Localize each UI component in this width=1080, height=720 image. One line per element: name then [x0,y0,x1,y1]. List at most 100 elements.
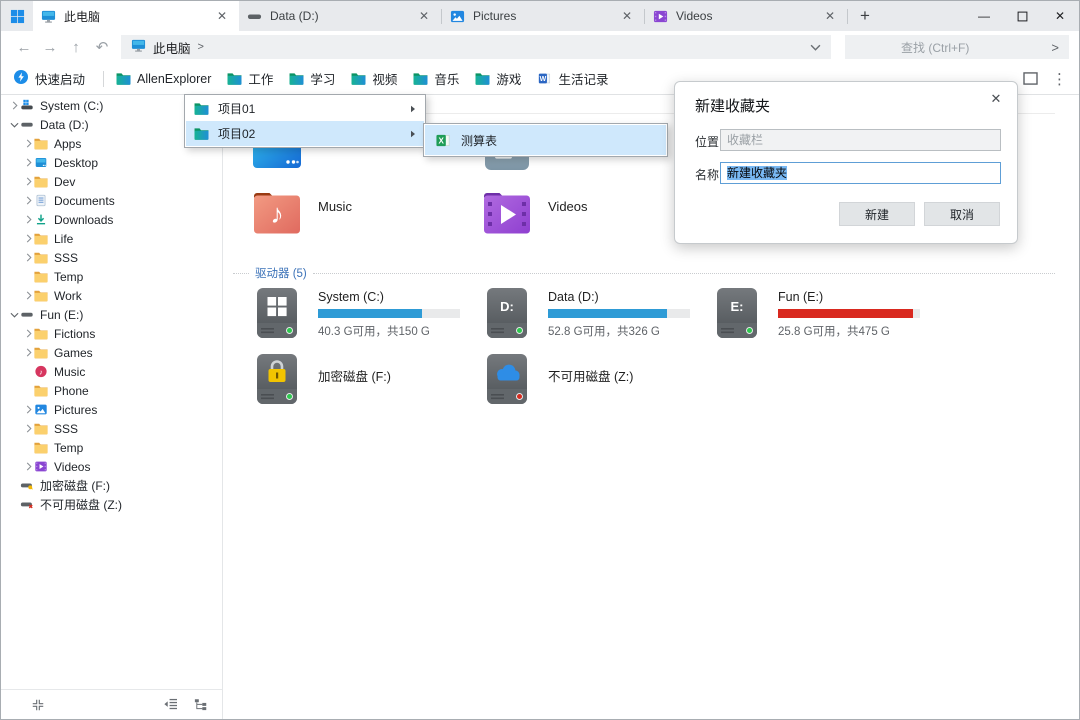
drive-info: Fun (E:)25.8 G可用，共475 G [778,287,920,339]
close-button[interactable]: ✕ [1041,1,1079,31]
tree-expander-icon[interactable] [23,405,34,414]
submenu-item-测算表[interactable]: X测算表 [425,125,666,155]
dialog-close-icon[interactable]: ✕ [987,90,1005,108]
videos-folder-icon [482,188,532,236]
tab-close-icon[interactable]: ✕ [618,7,636,25]
tab-此电脑[interactable]: 此电脑✕ [33,1,239,31]
tree-expander-icon[interactable] [23,139,34,148]
menu-item-项目01[interactable]: 项目01 [186,96,424,121]
collapse-all-icon[interactable] [163,698,178,711]
tree-expander-icon[interactable] [23,348,34,357]
bookmark-学习[interactable]: 学习 [289,69,335,88]
drive-tile-Fun (E:)[interactable]: E:Fun (E:)25.8 G可用，共475 G [712,287,936,339]
up-icon[interactable]: ↑ [63,39,89,56]
new-tab-button[interactable]: + [848,1,882,31]
tree-item-label: Music [54,365,85,379]
tree-expander-icon[interactable] [23,462,34,471]
tab-close-icon[interactable]: ✕ [821,7,839,25]
collapse-panel-icon[interactable] [31,698,45,712]
folder-tile-Music[interactable]: ♪Music [252,188,470,236]
tree-view-icon[interactable] [194,698,208,711]
tree-expander-icon[interactable] [23,291,34,300]
tree-item-Documents[interactable]: Documents [1,191,222,210]
tree-item-Life[interactable]: Life [1,229,222,248]
tree-item-Temp[interactable]: Temp [1,438,222,457]
bookmark-视频[interactable]: 视频 [351,69,397,88]
history-undo-icon[interactable]: ↶ [89,38,115,56]
tab-label: 此电脑 [64,8,213,25]
tree-item-label: Fictions [54,327,95,341]
drive-tile-不可用磁盘 (Z:)[interactable]: 不可用磁盘 (Z:) [482,353,706,405]
tree-expander-icon[interactable] [23,234,34,243]
tree-item-Fun (E:)[interactable]: Fun (E:) [1,305,222,324]
preview-pane-button[interactable] [1023,72,1038,85]
drive-win-icon [20,99,34,112]
tab-close-icon[interactable]: ✕ [415,7,433,25]
search-go-icon[interactable]: > [1051,40,1059,55]
chevron-right-icon [26,329,32,338]
bookmark-AllenExplorer[interactable]: AllenExplorer [116,72,211,86]
tree-item-Music[interactable]: ♪Music [1,362,222,381]
chevron-right-icon [26,348,32,357]
maximize-button[interactable] [1003,1,1041,31]
tab-Pictures[interactable]: Pictures✕ [442,1,644,31]
bookmark-submenu: X测算表 [423,123,668,157]
tree-expander-icon[interactable] [23,215,34,224]
forward-icon[interactable]: → [37,39,63,56]
folder-icon [34,422,48,435]
tree-item-不可用磁盘 (Z:)[interactable]: 不可用磁盘 (Z:) [1,495,222,514]
tree-item-label: Documents [54,194,115,208]
tab-close-icon[interactable]: ✕ [213,7,231,25]
tree-item-Pictures[interactable]: Pictures [1,400,222,419]
file-explorer-window: 此电脑✕Data (D:)✕Pictures✕Videos✕+—✕ ← → ↑ … [0,0,1080,720]
tree-item-Work[interactable]: Work [1,286,222,305]
drive-tile-System (C:)[interactable]: System (C:)40.3 G可用，共150 G [252,287,476,339]
tree-expander-icon[interactable] [23,196,34,205]
tree-item-SSS[interactable]: SSS [1,248,222,267]
tree-expander-icon[interactable] [23,177,34,186]
tree-item-Games[interactable]: Games [1,343,222,362]
tree-item-加密磁盘 (F:)[interactable]: 加密磁盘 (F:) [1,476,222,495]
address-breadcrumb[interactable]: 此电脑 > [121,35,831,59]
tree-expander-icon[interactable] [23,329,34,338]
tab-bar: 此电脑✕Data (D:)✕Pictures✕Videos✕+—✕ [1,1,1079,31]
tree-item-Dev[interactable]: Dev [1,172,222,191]
tree-item-Phone[interactable]: Phone [1,381,222,400]
chevron-right-icon [26,177,32,186]
cancel-button[interactable]: 取消 [924,202,1000,226]
tree-expander-icon[interactable] [23,253,34,262]
quick-launch-button[interactable]: 快速启动 [13,69,85,88]
tree-expander-icon[interactable] [23,424,34,433]
back-icon[interactable]: ← [11,39,37,56]
bookmark-工作[interactable]: 工作 [227,69,273,88]
chevron-down-icon[interactable] [810,44,821,51]
tab-Data (D:)[interactable]: Data (D:)✕ [239,1,441,31]
app-launcher-button[interactable] [1,1,33,31]
tree-expander-icon[interactable] [23,158,34,167]
menu-item-项目02[interactable]: 项目02 [186,121,424,146]
minimize-button[interactable]: — [965,1,1003,31]
search-input[interactable]: 查找 (Ctrl+F) > [845,35,1069,59]
tree-item-Videos[interactable]: Videos [1,457,222,476]
desktop-icon [34,156,48,169]
dialog-input-名称[interactable]: 新建收藏夹 [720,162,1001,184]
chevron-right-icon [26,139,32,148]
tree-item-Downloads[interactable]: Downloads [1,210,222,229]
tree-item-Desktop[interactable]: Desktop [1,153,222,172]
drive-tile-加密磁盘 (F:)[interactable]: 加密磁盘 (F:) [252,353,476,405]
create-button[interactable]: 新建 [839,202,915,226]
bookmark-音乐[interactable]: 音乐 [413,69,459,88]
more-options-icon[interactable]: ⋮ [1052,70,1067,88]
tree-item-Temp[interactable]: Temp [1,267,222,286]
tree-expander-icon[interactable] [9,122,20,128]
bookmark-生活记录[interactable]: W生活记录 [537,69,608,88]
tree-item-Fictions[interactable]: Fictions [1,324,222,343]
tree-item-SSS[interactable]: SSS [1,419,222,438]
folder-tile-Videos[interactable]: Videos [482,188,700,236]
bookmark-游戏[interactable]: 游戏 [475,69,521,88]
tree-expander-icon[interactable] [9,101,20,110]
tab-Videos[interactable]: Videos✕ [645,1,847,31]
tree-expander-icon[interactable] [9,312,20,318]
drive-tile-Data (D:)[interactable]: D:Data (D:)52.8 G可用，共326 G [482,287,706,339]
pictures-icon [34,403,48,416]
